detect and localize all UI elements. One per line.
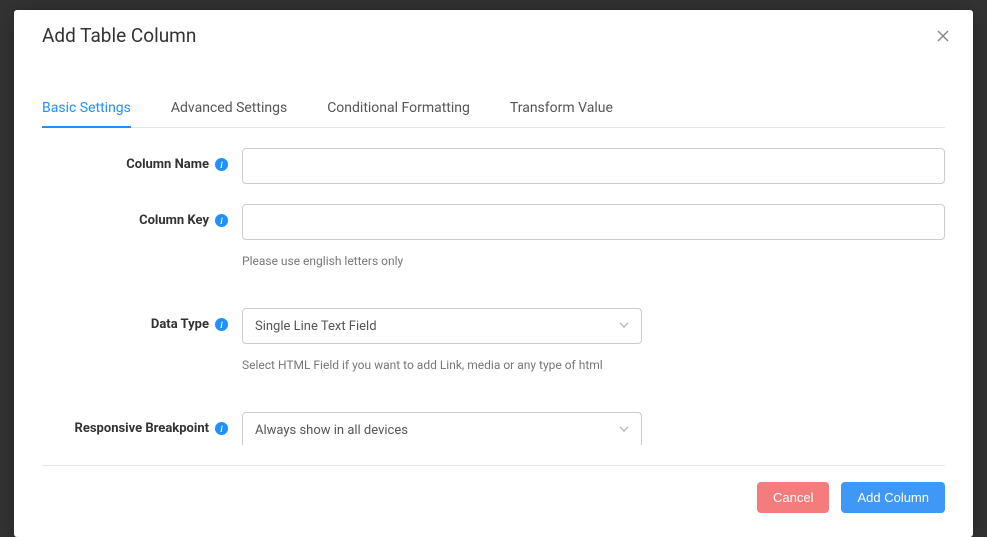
control-data-type: Single Line Text Field Select HTML Field… [242, 308, 945, 372]
label-data-type-text: Data Type [151, 317, 209, 332]
chevron-down-icon [619, 319, 629, 334]
label-column-name-text: Column Name [126, 157, 209, 172]
close-icon [937, 30, 949, 42]
modal-title: Add Table Column [42, 24, 196, 47]
label-data-type: Data Type i [42, 308, 242, 332]
responsive-breakpoint-select[interactable]: Always show in all devices [242, 412, 642, 445]
modal-body: Basic Settings Advanced Settings Conditi… [14, 61, 973, 445]
tab-transform-value[interactable]: Transform Value [510, 90, 613, 128]
modal-header: Add Table Column [14, 10, 973, 61]
info-icon[interactable]: i [215, 214, 228, 227]
help-column-key: Please use english letters only [242, 254, 945, 268]
row-column-key: Column Key i Please use english letters … [42, 204, 945, 268]
label-responsive-breakpoint-text: Responsive Breakpoint [75, 421, 209, 436]
add-table-column-modal: Add Table Column Basic Settings Advanced… [14, 10, 973, 537]
chevron-down-icon [619, 423, 629, 438]
label-responsive-breakpoint: Responsive Breakpoint i [42, 412, 242, 436]
close-button[interactable] [933, 26, 953, 46]
control-responsive-breakpoint: Always show in all devices [242, 412, 945, 445]
help-data-type: Select HTML Field if you want to add Lin… [242, 358, 945, 372]
responsive-breakpoint-value: Always show in all devices [255, 423, 408, 438]
control-column-name [242, 148, 945, 184]
info-icon[interactable]: i [215, 318, 228, 331]
info-icon[interactable]: i [215, 422, 228, 435]
tab-advanced-settings[interactable]: Advanced Settings [171, 90, 287, 128]
column-key-input[interactable] [242, 204, 945, 240]
row-responsive-breakpoint: Responsive Breakpoint i Always show in a… [42, 412, 945, 445]
cancel-button[interactable]: Cancel [757, 482, 829, 513]
column-name-input[interactable] [242, 148, 945, 184]
row-column-name: Column Name i [42, 148, 945, 184]
control-column-key: Please use english letters only [242, 204, 945, 268]
label-column-name: Column Name i [42, 148, 242, 172]
row-data-type: Data Type i Single Line Text Field Selec… [42, 308, 945, 372]
tab-conditional-formatting[interactable]: Conditional Formatting [327, 90, 470, 128]
label-column-key-text: Column Key [139, 213, 209, 228]
data-type-select[interactable]: Single Line Text Field [242, 308, 642, 344]
data-type-value: Single Line Text Field [255, 319, 377, 334]
add-column-button[interactable]: Add Column [841, 482, 945, 513]
info-icon[interactable]: i [215, 158, 228, 171]
tabs: Basic Settings Advanced Settings Conditi… [42, 89, 945, 128]
modal-footer: Cancel Add Column [42, 465, 945, 537]
tab-basic-settings[interactable]: Basic Settings [42, 90, 131, 128]
label-column-key: Column Key i [42, 204, 242, 228]
